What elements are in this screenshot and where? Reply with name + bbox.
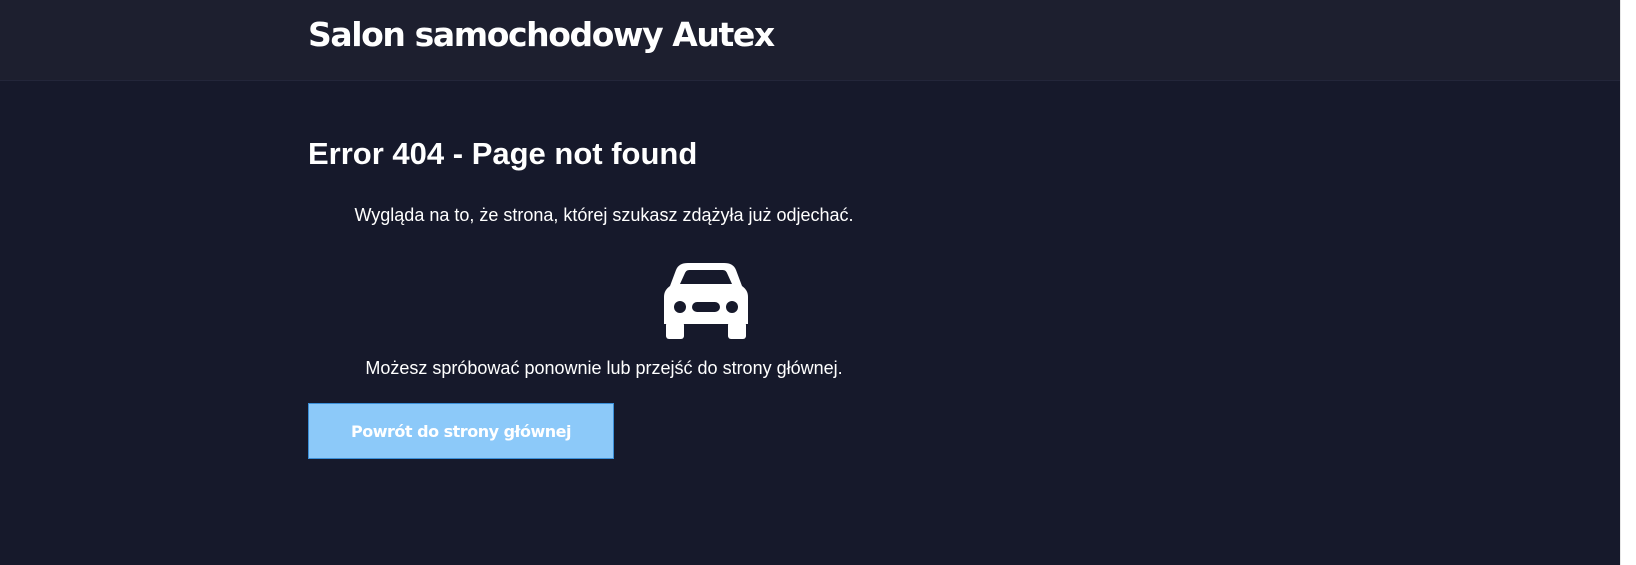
site-header: Salon samochodowy Autex — [0, 0, 1620, 81]
page: Salon samochodowy Autex Error 404 - Page… — [0, 0, 1636, 565]
error-message-primary: Wygląda na to, że strona, której szukasz… — [354, 205, 854, 225]
error-message-secondary: Możesz spróbować ponownie lub przejść do… — [365, 358, 843, 378]
site-brand-title[interactable]: Salon samochodowy Autex — [308, 18, 775, 51]
error-title: Error 404 - Page not found — [308, 136, 698, 171]
car-icon — [664, 263, 748, 339]
page-scrollbar[interactable] — [1620, 0, 1636, 565]
back-to-home-button[interactable]: Powrót do strony głównej — [308, 403, 614, 459]
app-container: Salon samochodowy Autex Error 404 - Page… — [0, 0, 1620, 565]
